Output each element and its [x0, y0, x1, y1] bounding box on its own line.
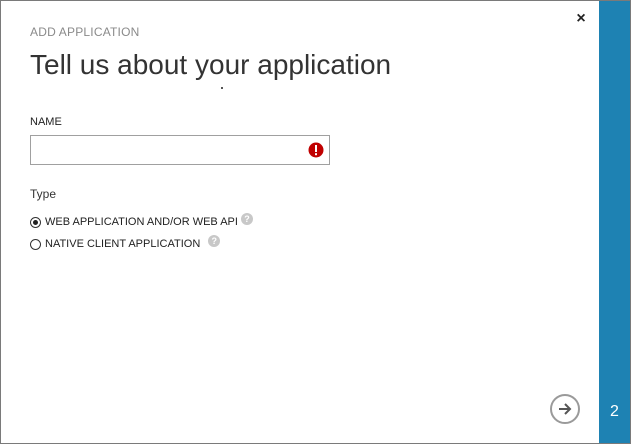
dialog-subtitle: ADD APPLICATION [30, 25, 140, 39]
add-application-dialog: 2 × ADD APPLICATION Tell us about your a… [0, 0, 631, 444]
option-native-client[interactable]: NATIVE CLIENT APPLICATION ? [30, 235, 221, 250]
option-web-application-label: WEB APPLICATION AND/OR WEB API [45, 216, 238, 228]
next-button[interactable] [550, 394, 580, 424]
close-icon: × [576, 10, 586, 27]
help-icon[interactable]: ? [208, 235, 221, 247]
error-exclamation-icon [308, 142, 324, 158]
option-web-application[interactable]: WEB APPLICATION AND/OR WEB API ? [30, 213, 253, 228]
page-title: Tell us about your application [30, 49, 392, 80]
type-label: Type [30, 187, 57, 201]
step-number: 2 [610, 403, 619, 420]
stray-dot [221, 87, 223, 89]
name-input[interactable] [31, 136, 301, 164]
help-icon[interactable]: ? [240, 213, 253, 225]
arrow-right-icon [559, 403, 572, 415]
name-field-container [30, 135, 330, 165]
radio-native-client[interactable] [30, 238, 41, 250]
radio-web-application[interactable] [30, 216, 41, 228]
name-label: NAME [30, 116, 62, 128]
radio-selected-dot [33, 219, 38, 225]
close-button[interactable]: × [573, 11, 589, 27]
option-native-client-label: NATIVE CLIENT APPLICATION [45, 238, 201, 250]
wizard-step-panel: 2 [599, 1, 630, 443]
